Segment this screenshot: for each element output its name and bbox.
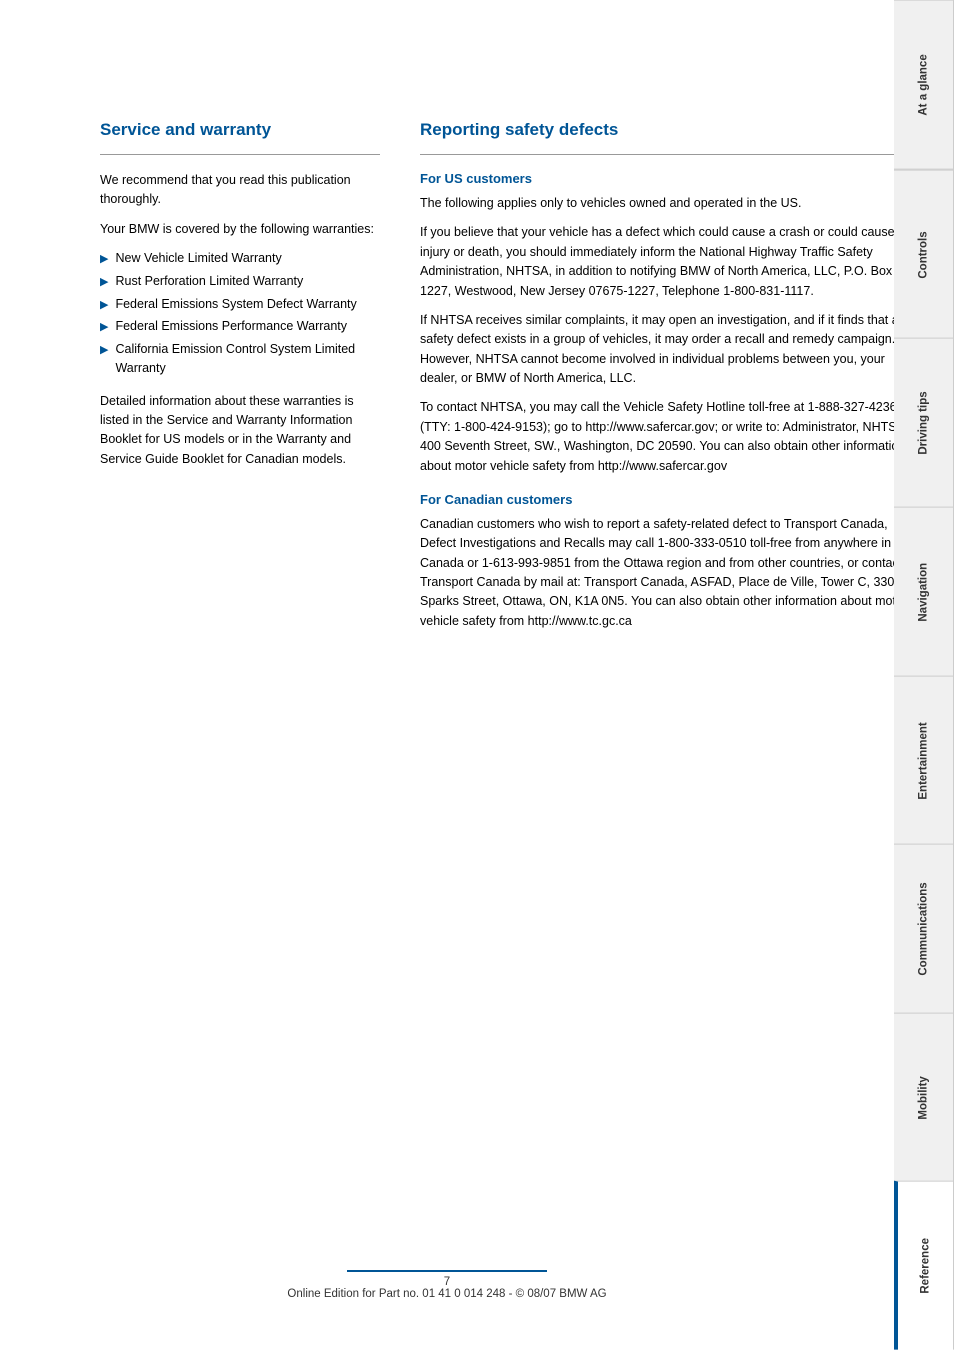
intro-paragraph-2: Your BMW is covered by the following war… bbox=[100, 220, 380, 239]
page-number: 7 bbox=[444, 1276, 450, 1288]
list-item: ▶ California Emission Control System Lim… bbox=[100, 340, 380, 378]
tab-controls[interactable]: Controls bbox=[894, 170, 954, 339]
main-content: Service and warranty We recommend that y… bbox=[0, 0, 954, 1350]
list-item: ▶ Federal Emissions System Defect Warran… bbox=[100, 295, 380, 314]
service-warranty-title: Service and warranty bbox=[100, 120, 380, 140]
bullet-text: New Vehicle Limited Warranty bbox=[115, 249, 281, 268]
bullet-icon: ▶ bbox=[100, 274, 108, 291]
left-column: Service and warranty We recommend that y… bbox=[100, 120, 380, 641]
canadian-customers-subtitle: For Canadian customers bbox=[420, 492, 914, 507]
ca-paragraph-1: Canadian customers who wish to report a … bbox=[420, 515, 914, 631]
us-paragraph-2: If you believe that your vehicle has a d… bbox=[420, 223, 914, 301]
us-paragraph-4: To contact NHTSA, you may call the Vehic… bbox=[420, 398, 914, 476]
divider-left bbox=[100, 154, 380, 155]
footer-line bbox=[347, 1270, 547, 1272]
bullet-icon: ▶ bbox=[100, 297, 108, 314]
tab-reference[interactable]: Reference bbox=[894, 1181, 954, 1350]
right-column: Reporting safety defects For US customer… bbox=[420, 120, 914, 641]
tab-at-a-glance[interactable]: At a glance bbox=[894, 0, 954, 170]
tab-navigation[interactable]: Navigation bbox=[894, 507, 954, 676]
tab-mobility[interactable]: Mobility bbox=[894, 1013, 954, 1182]
bullet-icon: ▶ bbox=[100, 342, 108, 359]
list-item: ▶ Federal Emissions Performance Warranty bbox=[100, 317, 380, 336]
tab-communications[interactable]: Communications bbox=[894, 844, 954, 1013]
reporting-defects-title: Reporting safety defects bbox=[420, 120, 914, 140]
detailed-info-paragraph: Detailed information about these warrant… bbox=[100, 392, 380, 470]
bullet-text: California Emission Control System Limit… bbox=[115, 340, 380, 378]
divider-right bbox=[420, 154, 914, 155]
page-footer: 7 Online Edition for Part no. 01 41 0 01… bbox=[0, 1270, 894, 1300]
list-item: ▶ New Vehicle Limited Warranty bbox=[100, 249, 380, 268]
warranty-list: ▶ New Vehicle Limited Warranty ▶ Rust Pe… bbox=[100, 249, 380, 378]
intro-paragraph-1: We recommend that you read this publicat… bbox=[100, 171, 380, 210]
sidebar-tabs: At a glance Controls Driving tips Naviga… bbox=[894, 0, 954, 1350]
bullet-icon: ▶ bbox=[100, 319, 108, 336]
bullet-text: Rust Perforation Limited Warranty bbox=[115, 272, 303, 291]
two-column-layout: Service and warranty We recommend that y… bbox=[100, 120, 914, 641]
bullet-text: Federal Emissions System Defect Warranty bbox=[115, 295, 356, 314]
copyright-text: Online Edition for Part no. 01 41 0 014 … bbox=[287, 1288, 606, 1300]
us-paragraph-3: If NHTSA receives similar complaints, it… bbox=[420, 311, 914, 389]
bullet-icon: ▶ bbox=[100, 251, 108, 268]
bullet-text: Federal Emissions Performance Warranty bbox=[115, 317, 347, 336]
us-customers-subtitle: For US customers bbox=[420, 171, 914, 186]
page-container: Service and warranty We recommend that y… bbox=[0, 0, 954, 1350]
us-paragraph-1: The following applies only to vehicles o… bbox=[420, 194, 914, 213]
tab-driving-tips[interactable]: Driving tips bbox=[894, 338, 954, 507]
tab-entertainment[interactable]: Entertainment bbox=[894, 676, 954, 845]
list-item: ▶ Rust Perforation Limited Warranty bbox=[100, 272, 380, 291]
